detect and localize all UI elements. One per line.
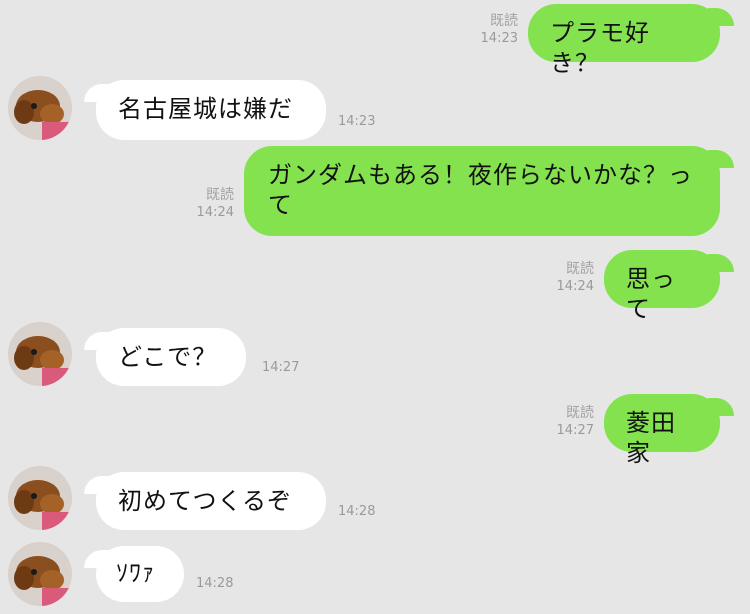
message-meta: 既読 14:24 xyxy=(190,186,234,222)
read-receipt: 既読 xyxy=(566,261,594,277)
timestamp: 14:27 xyxy=(556,423,594,438)
message-text: ガンダムもある！夜作らないかな？って xyxy=(268,161,693,219)
timestamp: 14:23 xyxy=(338,114,376,129)
bubble-tail xyxy=(708,8,734,26)
incoming-message-bubble[interactable]: どこで？ xyxy=(96,328,246,386)
outgoing-message-bubble[interactable]: 思って xyxy=(604,250,720,323)
read-receipt: 既読 xyxy=(566,405,594,421)
outgoing-message-bubble[interactable]: 菱田家 xyxy=(604,394,720,467)
message-text: 名古屋城は嫌だ xyxy=(118,95,293,123)
dog-avatar-icon[interactable] xyxy=(8,322,72,386)
dog-avatar-icon[interactable] xyxy=(8,466,72,530)
timestamp: 14:24 xyxy=(556,279,594,294)
timestamp: 14:27 xyxy=(262,360,300,375)
bubble-tail xyxy=(84,476,110,494)
bubble-tail xyxy=(708,254,734,272)
message-text: 初めてつくるぞ xyxy=(118,487,293,515)
message-meta: 既読 14:24 xyxy=(550,260,594,296)
message-meta: 既読 14:27 xyxy=(550,404,594,440)
bubble-tail xyxy=(708,398,734,416)
dog-avatar-icon[interactable] xyxy=(8,76,72,140)
bubble-tail xyxy=(84,550,110,568)
timestamp: 14:24 xyxy=(196,205,234,220)
timestamp: 14:28 xyxy=(196,576,234,591)
bubble-tail xyxy=(708,150,734,168)
message-text: プラモ好き？ xyxy=(550,19,650,77)
bubble-tail xyxy=(84,84,110,102)
outgoing-message-bubble[interactable]: プラモ好き？ xyxy=(528,4,720,77)
outgoing-message-bubble[interactable]: ガンダムもある！夜作らないかな？って xyxy=(244,146,720,236)
message-text: 思って xyxy=(626,265,676,323)
timestamp: 14:28 xyxy=(338,504,376,519)
message-text: 菱田家 xyxy=(626,409,676,467)
message-text: ｿﾜｧ xyxy=(116,559,155,587)
dog-avatar-icon[interactable] xyxy=(8,542,72,606)
incoming-message-bubble[interactable]: 名古屋城は嫌だ xyxy=(96,80,326,140)
incoming-message-bubble[interactable]: 初めてつくるぞ xyxy=(96,472,326,530)
timestamp: 14:23 xyxy=(480,31,518,46)
read-receipt: 既読 xyxy=(206,187,234,203)
message-text: どこで？ xyxy=(118,343,218,371)
message-meta: 既読 14:23 xyxy=(474,12,518,48)
bubble-tail xyxy=(84,332,110,350)
read-receipt: 既読 xyxy=(490,13,518,29)
